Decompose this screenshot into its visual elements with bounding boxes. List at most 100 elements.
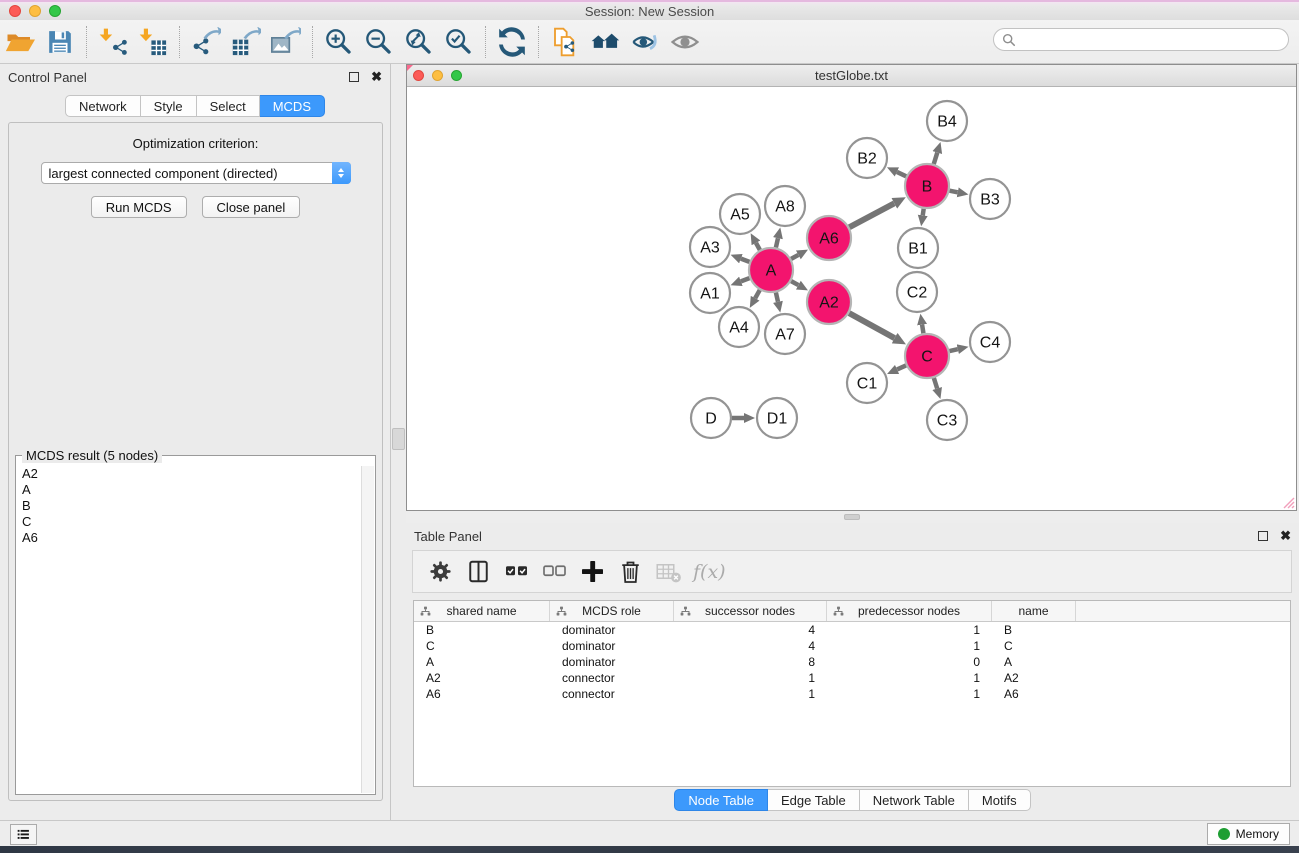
criterion-dropdown[interactable]: largest connected component (directed) (41, 162, 351, 184)
graph-edge-A-A4[interactable] (755, 290, 760, 298)
graph-node-A[interactable]: A (749, 248, 793, 292)
memory-button[interactable]: Memory (1207, 823, 1290, 845)
graph-node-C1[interactable]: C1 (847, 363, 887, 403)
refresh-layout-button[interactable] (492, 23, 532, 61)
tab-mcds[interactable]: MCDS (260, 95, 325, 117)
export-image-button[interactable] (266, 23, 306, 61)
graph-node-A5[interactable]: A5 (720, 194, 760, 234)
graph-node-B4[interactable]: B4 (927, 101, 967, 141)
horizontal-splitter[interactable] (406, 511, 1299, 523)
graph-edge-A-A5[interactable] (756, 243, 760, 250)
float-panel-icon[interactable] (349, 72, 359, 82)
table-settings-gear-button[interactable] (421, 553, 459, 591)
column-header-successor-nodes[interactable]: successor nodes (674, 601, 827, 621)
search-input[interactable] (1020, 33, 1288, 47)
graph-edge-A2-C[interactable] (849, 313, 894, 338)
graph-node-D[interactable]: D (691, 398, 731, 438)
zoom-selected-button[interactable] (439, 23, 479, 61)
close-table-panel-icon[interactable]: ✖ (1280, 531, 1291, 541)
export-network-button[interactable] (186, 23, 226, 61)
network-canvas[interactable]: B4B2BB3A8A5A6B1A3AC2A1A2A4A7C4CC1DD1C3 (407, 87, 1296, 510)
import-network-button[interactable] (93, 23, 133, 61)
graph-node-B[interactable]: B (905, 164, 949, 208)
result-scrollbar[interactable] (361, 466, 374, 793)
table-row[interactable]: Cdominator41C (414, 638, 1290, 654)
resize-grip-icon[interactable] (1281, 495, 1295, 509)
graph-edge-B-B3[interactable] (950, 191, 958, 193)
graph-node-A8[interactable]: A8 (765, 186, 805, 226)
select-all-button[interactable] (497, 553, 535, 591)
search-box[interactable] (993, 28, 1289, 51)
graph-edge-A-A3[interactable] (741, 259, 750, 262)
zoom-in-button[interactable] (319, 23, 359, 61)
graph-edge-A-A6[interactable] (791, 255, 798, 259)
table-row[interactable]: Bdominator41B (414, 622, 1290, 638)
graph-edge-C-C2[interactable] (922, 325, 923, 334)
show-columns-button[interactable] (459, 553, 497, 591)
graph-edge-A-A7[interactable] (776, 292, 778, 301)
tab-network-table[interactable]: Network Table (860, 789, 969, 811)
float-table-panel-icon[interactable] (1258, 531, 1268, 541)
hide-panel-eye-button[interactable] (625, 23, 665, 61)
tab-network[interactable]: Network (65, 95, 141, 117)
graph-edge-A-A1[interactable] (741, 278, 750, 281)
result-item[interactable]: C (17, 514, 361, 530)
export-table-button[interactable] (226, 23, 266, 61)
graph-node-C3[interactable]: C3 (927, 400, 967, 440)
graph-edge-C-C3[interactable] (934, 378, 937, 389)
table-row[interactable]: A6connector11A6 (414, 686, 1290, 702)
graph-node-B3[interactable]: B3 (970, 179, 1010, 219)
tab-motifs[interactable]: Motifs (969, 789, 1031, 811)
column-header-shared-name[interactable]: shared name (414, 601, 550, 621)
show-panel-eye-button[interactable] (665, 23, 705, 61)
graph-node-C2[interactable]: C2 (897, 272, 937, 312)
duplicate-network-button[interactable] (545, 23, 585, 61)
tab-node-table[interactable]: Node Table (674, 789, 768, 811)
graph-node-A4[interactable]: A4 (719, 307, 759, 347)
run-mcds-button[interactable]: Run MCDS (91, 196, 187, 218)
graph-edge-A-A8[interactable] (776, 238, 778, 247)
close-panel-button[interactable]: Close panel (202, 196, 301, 218)
graph-node-D1[interactable]: D1 (757, 398, 797, 438)
add-column-button[interactable] (573, 553, 611, 591)
table-row[interactable]: A2connector11A2 (414, 670, 1290, 686)
save-session-button[interactable] (40, 23, 80, 61)
graph-edge-B-B1[interactable] (923, 209, 924, 216)
result-item[interactable]: A6 (17, 530, 361, 546)
graph-edge-B-B4[interactable] (934, 153, 938, 164)
tab-select[interactable]: Select (197, 95, 260, 117)
splitter-thumb[interactable] (844, 514, 860, 520)
graph-node-A3[interactable]: A3 (690, 227, 730, 267)
graph-node-C[interactable]: C (905, 334, 949, 378)
panel-splitter-handle[interactable] (392, 428, 405, 450)
tab-edge-table[interactable]: Edge Table (768, 789, 860, 811)
column-header-name[interactable]: name (992, 601, 1076, 621)
task-history-button[interactable] (10, 824, 37, 845)
delete-column-trash-button[interactable] (611, 553, 649, 591)
graph-edge-A-A2[interactable] (791, 281, 798, 285)
close-panel-icon[interactable]: ✖ (371, 72, 382, 82)
result-item[interactable]: A (17, 482, 361, 498)
table-row[interactable]: Adominator80A (414, 654, 1290, 670)
graph-node-C4[interactable]: C4 (970, 322, 1010, 362)
graph-edge-C-C1[interactable] (897, 365, 906, 369)
column-header-MCDS-role[interactable]: MCDS role (550, 601, 674, 621)
graph-edge-A6-B[interactable] (849, 203, 894, 227)
open-session-button[interactable] (0, 23, 40, 61)
graph-node-A2[interactable]: A2 (807, 280, 851, 324)
graph-node-A1[interactable]: A1 (690, 273, 730, 313)
zoom-fit-button[interactable] (399, 23, 439, 61)
deselect-all-button[interactable] (535, 553, 573, 591)
column-header-predecessor-nodes[interactable]: predecessor nodes (827, 601, 992, 621)
graph-edge-C-C4[interactable] (949, 349, 957, 351)
result-item[interactable]: B (17, 498, 361, 514)
graph-node-A6[interactable]: A6 (807, 216, 851, 260)
birdseye-view-button[interactable] (585, 23, 625, 61)
zoom-out-button[interactable] (359, 23, 399, 61)
graph-node-B1[interactable]: B1 (898, 228, 938, 268)
graph-edge-B-B2[interactable] (897, 172, 906, 176)
import-table-button[interactable] (133, 23, 173, 61)
tab-style[interactable]: Style (141, 95, 197, 117)
graph-node-A7[interactable]: A7 (765, 314, 805, 354)
result-item[interactable]: A2 (17, 466, 361, 482)
